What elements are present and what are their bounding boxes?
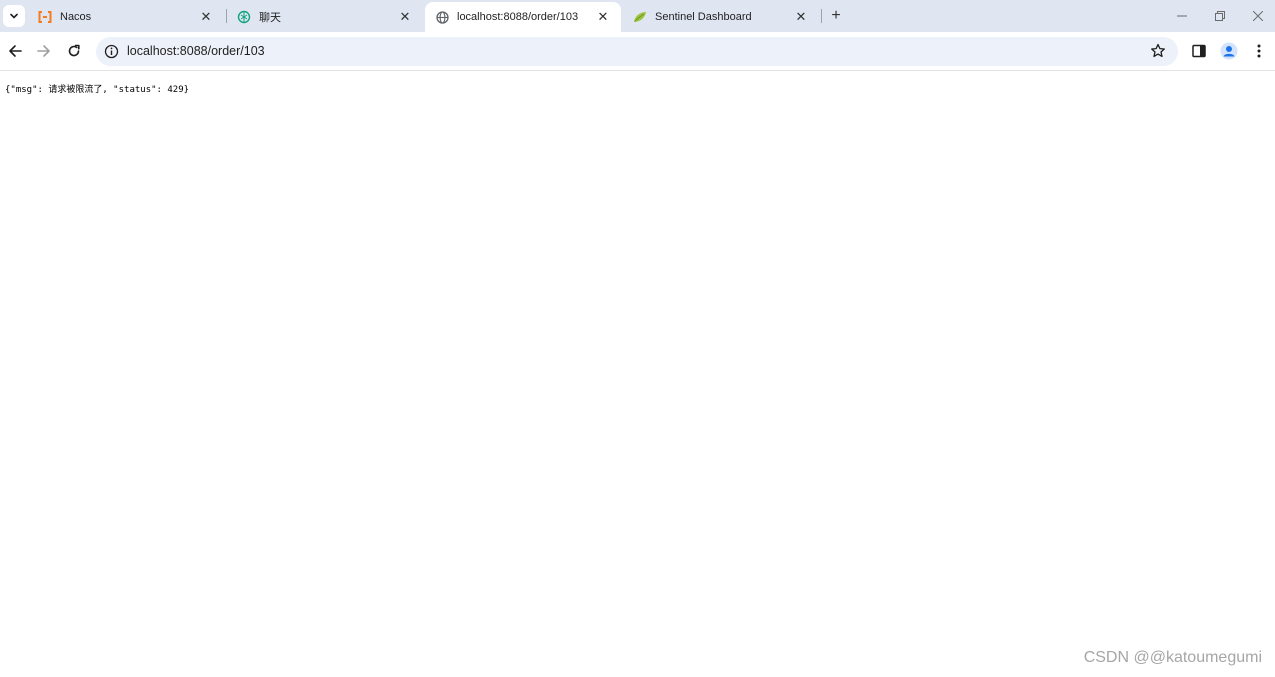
tab-title: localhost:8088/order/103 <box>457 11 579 23</box>
forward-button[interactable] <box>33 40 55 62</box>
tab-title: Nacos <box>60 11 92 23</box>
tab-localhost-order[interactable]: localhost:8088/order/103 ✕ <box>425 2 621 32</box>
chat-logo-icon <box>237 10 251 24</box>
leaf-icon <box>633 10 647 24</box>
browser-toolbar: localhost:8088/order/103 <box>0 32 1275 71</box>
more-vertical-icon <box>1257 44 1261 58</box>
minimize-icon <box>1177 15 1187 17</box>
side-panel-button[interactable] <box>1188 40 1210 62</box>
nacos-icon <box>38 10 52 24</box>
tab-separator <box>821 9 822 23</box>
restore-button[interactable] <box>1205 4 1235 28</box>
close-window-button[interactable] <box>1243 4 1273 28</box>
tab-chat[interactable]: 聊天 ✕ <box>227 2 423 32</box>
json-response-text: {"msg": 请求被限流了, "status": 429} <box>5 85 190 95</box>
close-icon <box>1253 11 1263 21</box>
menu-button[interactable] <box>1248 40 1270 62</box>
back-button[interactable] <box>4 40 26 62</box>
reload-icon <box>68 44 80 57</box>
arrow-right-icon <box>37 45 50 57</box>
tab-title: 聊天 <box>259 12 281 24</box>
csdn-watermark: CSDN @@katoumegumi <box>1083 649 1262 666</box>
tab-nacos[interactable]: Nacos ✕ <box>28 2 224 32</box>
info-icon[interactable] <box>104 44 119 59</box>
close-icon[interactable]: ✕ <box>397 9 413 25</box>
side-panel-icon <box>1192 44 1206 58</box>
page-content: {"msg": 请求被限流了, "status": 429} CSDN @@ka… <box>0 72 1275 677</box>
new-tab-button[interactable]: + <box>826 6 846 26</box>
arrow-left-icon <box>9 45 22 57</box>
restore-icon <box>1215 11 1225 21</box>
close-icon[interactable]: ✕ <box>198 9 214 25</box>
tab-title: Sentinel Dashboard <box>655 11 752 23</box>
star-icon[interactable] <box>1150 43 1166 59</box>
tab-strip: Nacos ✕ 聊天 ✕ localhost:8088/order/103 ✕ <box>0 0 1275 32</box>
tab-search-button[interactable] <box>3 5 25 27</box>
address-bar[interactable]: localhost:8088/order/103 <box>96 37 1178 66</box>
reload-button[interactable] <box>63 40 85 62</box>
minimize-button[interactable] <box>1167 4 1197 28</box>
profile-button[interactable] <box>1218 40 1240 62</box>
url-text[interactable]: localhost:8088/order/103 <box>127 44 265 58</box>
tab-sentinel-dashboard[interactable]: Sentinel Dashboard ✕ <box>623 2 819 32</box>
avatar-icon <box>1220 42 1238 60</box>
globe-icon <box>435 10 449 24</box>
close-icon[interactable]: ✕ <box>595 9 611 25</box>
close-icon[interactable]: ✕ <box>793 9 809 25</box>
chevron-down-icon <box>10 13 18 19</box>
